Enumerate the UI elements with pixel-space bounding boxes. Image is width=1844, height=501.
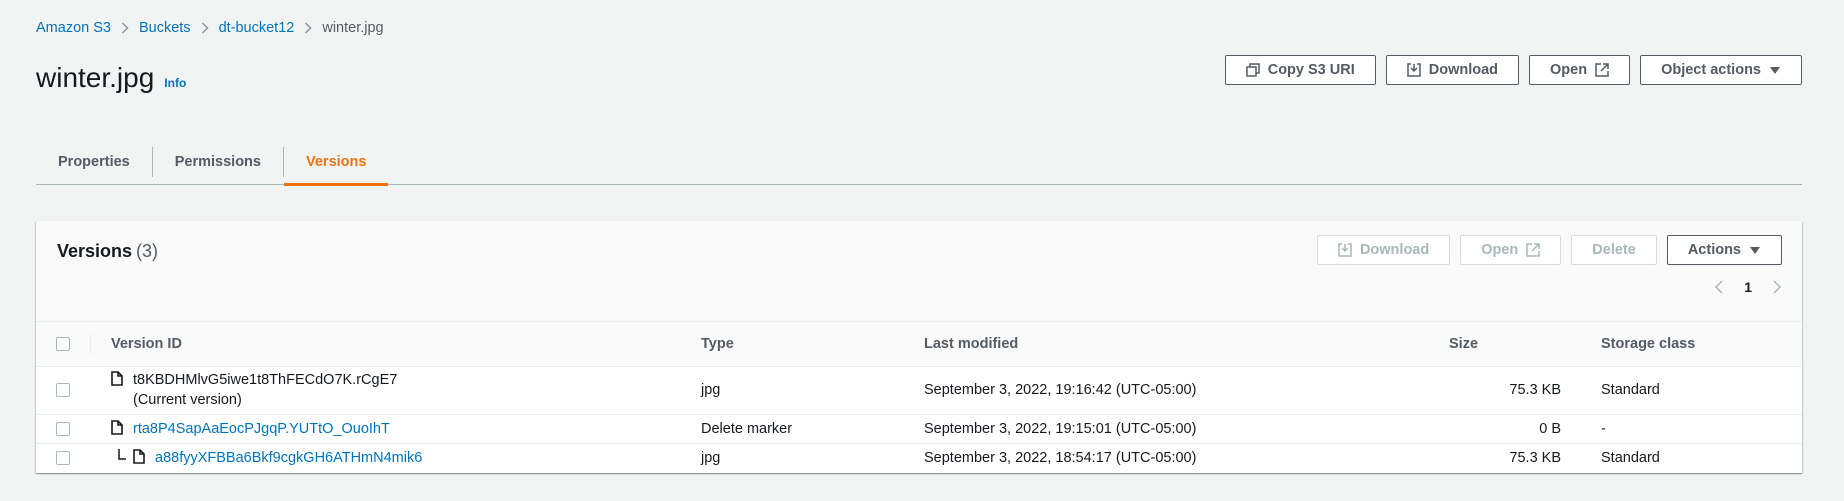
page-number[interactable]: 1 bbox=[1738, 279, 1758, 295]
size-cell: 75.3 KB bbox=[1509, 449, 1561, 466]
storage-class-cell: - bbox=[1581, 414, 1802, 444]
version-id-cell: rta8P4SapAaEocPJgqP.YUTtO_OuoIhT bbox=[91, 414, 681, 444]
size-cell: 0 B bbox=[1429, 414, 1581, 444]
versions-panel: Versions (3) Download Open Delete Action… bbox=[36, 221, 1802, 473]
versions-table: Version ID Type Last modified Size Stora… bbox=[36, 322, 1802, 472]
select-all-cell bbox=[36, 322, 91, 367]
row-checkbox[interactable] bbox=[56, 421, 70, 436]
header-actions: Copy S3 URI Download Open Object actions bbox=[1224, 55, 1802, 85]
info-link[interactable]: Info bbox=[164, 76, 186, 90]
tree-branch-icon bbox=[117, 448, 127, 464]
row-select-cell bbox=[36, 414, 91, 444]
version-id-link[interactable]: rta8P4SapAaEocPJgqP.YUTtO_OuoIhT bbox=[133, 419, 390, 439]
select-all-checkbox[interactable] bbox=[56, 336, 70, 351]
version-actions-button[interactable]: Actions bbox=[1666, 235, 1782, 265]
breadcrumb-amazon-s3[interactable]: Amazon S3 bbox=[36, 20, 111, 36]
last-modified-cell: September 3, 2022, 18:54:17 (UTC-05:00) bbox=[924, 449, 1197, 466]
last-modified-cell: September 3, 2022, 19:15:01 (UTC-05:00) bbox=[904, 414, 1429, 444]
storage-class-cell: Standard bbox=[1601, 449, 1660, 466]
chevron-right-icon bbox=[294, 22, 322, 34]
breadcrumb-bucket[interactable]: dt-bucket12 bbox=[219, 20, 295, 36]
version-open-button[interactable]: Open bbox=[1460, 235, 1562, 265]
pagination: 1 bbox=[1714, 279, 1782, 295]
column-size[interactable]: Size bbox=[1429, 322, 1581, 367]
table-row: t8KBDHMlvG5iwe1t8ThFECdO7K.rCgE7 (Curren… bbox=[36, 366, 1802, 415]
version-id: t8KBDHMlvG5iwe1t8ThFECdO7K.rCgE7 bbox=[133, 372, 398, 388]
version-download-label: Download bbox=[1359, 242, 1430, 258]
file-icon bbox=[133, 448, 145, 468]
version-id-link[interactable]: a88fyyXFBBa6Bkf9cgkGH6ATHmN4mik6 bbox=[155, 448, 422, 468]
breadcrumb-current: winter.jpg bbox=[322, 20, 384, 36]
version-id-cell: a88fyyXFBBa6Bkf9cgkGH6ATHmN4mik6 bbox=[91, 443, 681, 472]
versions-count: (3) bbox=[136, 241, 159, 261]
version-id-cell: t8KBDHMlvG5iwe1t8ThFECdO7K.rCgE7 (Curren… bbox=[91, 366, 681, 415]
copy-icon bbox=[1245, 63, 1260, 77]
version-delete-button[interactable]: Delete bbox=[1571, 235, 1657, 265]
column-version-id[interactable]: Version ID bbox=[91, 322, 681, 367]
versions-actions: Download Open Delete Actions bbox=[1316, 235, 1782, 265]
version-download-button[interactable]: Download bbox=[1316, 235, 1451, 265]
chevron-right-icon bbox=[191, 22, 219, 34]
download-label: Download bbox=[1428, 62, 1499, 78]
storage-class-cell: Standard bbox=[1581, 366, 1802, 415]
copy-s3-uri-button[interactable]: Copy S3 URI bbox=[1224, 55, 1376, 85]
open-button[interactable]: Open bbox=[1529, 55, 1631, 85]
column-type[interactable]: Type bbox=[681, 322, 904, 367]
page-header: winter.jpg Info bbox=[36, 62, 186, 94]
row-select-cell bbox=[36, 443, 91, 472]
chevron-right-icon bbox=[111, 22, 139, 34]
file-icon bbox=[111, 371, 123, 390]
row-checkbox[interactable] bbox=[56, 450, 70, 465]
row-select-cell bbox=[36, 366, 91, 415]
chevron-right-icon[interactable] bbox=[1772, 280, 1782, 294]
breadcrumb: Amazon S3 Buckets dt-bucket12 winter.jpg bbox=[36, 20, 384, 36]
download-icon bbox=[1406, 63, 1421, 77]
object-actions-button[interactable]: Object actions bbox=[1640, 55, 1802, 85]
column-last-modified[interactable]: Last modified bbox=[904, 322, 1429, 367]
table-row: rta8P4SapAaEocPJgqP.YUTtO_OuoIhT Delete … bbox=[36, 414, 1802, 444]
breadcrumb-buckets[interactable]: Buckets bbox=[139, 20, 191, 36]
current-version-note: (Current version) bbox=[133, 392, 242, 408]
open-label: Open bbox=[1550, 62, 1588, 78]
table-row: a88fyyXFBBa6Bkf9cgkGH6ATHmN4mik6 jpg Sep… bbox=[36, 443, 1802, 472]
download-button[interactable]: Download bbox=[1385, 55, 1520, 85]
versions-title-text: Versions bbox=[57, 241, 133, 261]
versions-panel-header: Versions (3) Download Open Delete Action… bbox=[36, 221, 1802, 322]
caret-down-icon bbox=[1769, 65, 1781, 75]
version-delete-label: Delete bbox=[1592, 242, 1636, 258]
version-open-label: Open bbox=[1481, 242, 1519, 258]
type-cell: jpg bbox=[681, 366, 904, 415]
type-cell: jpg bbox=[701, 449, 721, 466]
versions-title: Versions (3) bbox=[57, 241, 158, 262]
external-link-icon bbox=[1526, 243, 1541, 257]
size-cell: 75.3 KB bbox=[1429, 366, 1581, 415]
object-actions-label: Object actions bbox=[1661, 62, 1761, 78]
file-icon bbox=[111, 419, 123, 439]
external-link-icon bbox=[1595, 63, 1609, 77]
download-icon bbox=[1338, 243, 1352, 257]
last-modified-cell: September 3, 2022, 19:16:42 (UTC-05:00) bbox=[904, 366, 1429, 415]
caret-down-icon bbox=[1749, 245, 1761, 255]
s3-object-page: Amazon S3 Buckets dt-bucket12 winter.jpg… bbox=[0, 0, 1844, 501]
row-checkbox[interactable] bbox=[56, 383, 70, 398]
table-header-row: Version ID Type Last modified Size Stora… bbox=[36, 322, 1802, 367]
chevron-left-icon[interactable] bbox=[1714, 280, 1724, 294]
page-title: winter.jpg bbox=[36, 62, 155, 93]
tab-properties[interactable]: Properties bbox=[36, 139, 152, 185]
tab-versions[interactable]: Versions bbox=[283, 139, 389, 186]
version-actions-label: Actions bbox=[1687, 242, 1741, 258]
type-cell: Delete marker bbox=[681, 414, 904, 444]
copy-s3-uri-label: Copy S3 URI bbox=[1267, 62, 1355, 78]
tab-permissions[interactable]: Permissions bbox=[153, 139, 283, 185]
column-storage-class[interactable]: Storage class bbox=[1581, 322, 1802, 367]
object-tabs: Properties Permissions Versions bbox=[36, 139, 1802, 186]
